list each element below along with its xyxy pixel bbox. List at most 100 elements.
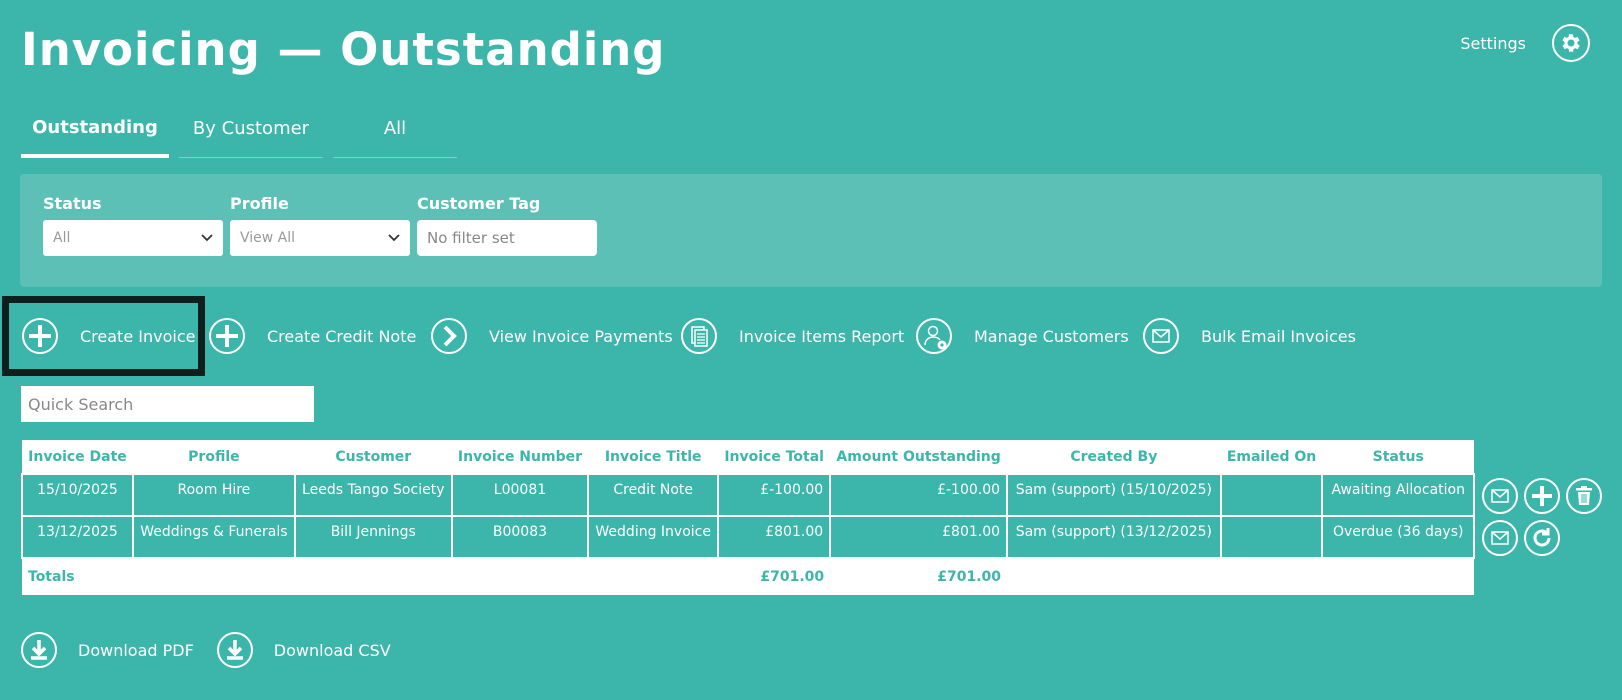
gear-icon: [1562, 34, 1580, 52]
view-invoice-payments-label: View Invoice Payments: [489, 326, 673, 346]
customer-tag-label: Customer Tag: [417, 194, 541, 213]
column-header[interactable]: Invoice Title: [588, 440, 719, 474]
cell-profile: Room Hire: [131, 473, 296, 517]
profile-filter: Profile View All: [230, 192, 410, 256]
status-select-value: All: [53, 230, 71, 246]
download-csv-button[interactable]: Download CSV: [216, 631, 391, 669]
email-invoice-button[interactable]: [1482, 478, 1518, 514]
totals-empty: [1220, 558, 1323, 595]
cell-invoice-title: Credit Note: [587, 473, 720, 517]
status-filter: Status All: [43, 192, 223, 256]
customer-tag-filter: Customer Tag No filter set: [417, 192, 597, 256]
bulk-email-invoices-label: Bulk Email Invoices: [1201, 326, 1356, 346]
cell-invoice-date: 13/12/2025: [21, 515, 134, 559]
download-icon: [21, 632, 57, 668]
email-invoice-button[interactable]: [1482, 520, 1518, 556]
table-header-row: Invoice Date Profile Customer Invoice Nu…: [22, 440, 1474, 474]
cell-emailed-on: [1219, 473, 1324, 517]
cell-invoice-number: B00083: [450, 515, 590, 559]
manage-customers-button[interactable]: Manage Customers: [914, 316, 1129, 356]
totals-empty: [451, 558, 589, 595]
refresh-icon: [1533, 528, 1551, 547]
bulk-email-invoices-button[interactable]: Bulk Email Invoices: [1141, 316, 1356, 356]
column-header[interactable]: Customer: [294, 440, 452, 474]
cell-emailed-on: [1219, 515, 1324, 559]
tab-all[interactable]: All: [333, 100, 457, 158]
cell-invoice-date: 15/10/2025: [21, 473, 134, 517]
add-payment-button[interactable]: [1524, 478, 1560, 514]
view-invoice-payments-button[interactable]: View Invoice Payments: [429, 316, 673, 356]
totals-label: Totals: [22, 558, 133, 595]
invoice-items-report-label: Invoice Items Report: [739, 326, 905, 346]
totals-empty: [1007, 558, 1221, 595]
column-header[interactable]: Amount Outstanding: [830, 440, 1008, 474]
filter-panel: Status All Profile View All Customer Tag…: [20, 174, 1602, 287]
cell-customer: Bill Jennings: [293, 515, 453, 559]
column-header[interactable]: Created By: [1007, 440, 1221, 474]
profile-select[interactable]: View All: [230, 220, 410, 256]
tab-bar: Outstanding By Customer All: [21, 100, 457, 158]
download-bar: Download PDF Download CSV: [20, 630, 413, 670]
user-gear-icon: [916, 318, 952, 354]
cell-invoice-number: L00081: [450, 473, 590, 517]
row-actions: [1482, 520, 1560, 556]
download-csv-label: Download CSV: [273, 640, 391, 660]
cell-profile: Weddings & Funerals: [131, 515, 296, 559]
envelope-icon: [1491, 489, 1509, 503]
cell-status: Awaiting Allocation: [1321, 473, 1475, 517]
totals-amount-outstanding: £701.00: [830, 558, 1008, 595]
status-select[interactable]: All: [43, 220, 223, 256]
totals-empty: [588, 558, 719, 595]
tab-outstanding[interactable]: Outstanding: [21, 100, 169, 158]
totals-empty: [1322, 558, 1474, 595]
column-header[interactable]: Invoice Number: [451, 440, 589, 474]
download-pdf-label: Download PDF: [78, 640, 194, 660]
settings-area: Settings: [1460, 24, 1590, 62]
column-header[interactable]: Profile: [132, 440, 295, 474]
customer-tag-input[interactable]: No filter set: [417, 220, 597, 256]
chevron-down-icon: [388, 234, 400, 242]
cell-invoice-total: £-100.00: [717, 473, 832, 517]
totals-row: Totals £701.00 £701.00: [22, 558, 1474, 595]
status-filter-label: Status: [43, 194, 102, 213]
invoice-items-report-button[interactable]: Invoice Items Report: [679, 316, 904, 356]
plus-circle-icon: [209, 318, 245, 354]
plus-icon: [1532, 486, 1552, 506]
documents-icon: [681, 318, 717, 354]
column-header[interactable]: Status: [1322, 440, 1474, 474]
column-header[interactable]: Invoice Date: [22, 440, 133, 474]
invoice-table: Invoice Date Profile Customer Invoice Nu…: [21, 440, 1475, 595]
page-title: Invoicing — Outstanding: [21, 23, 666, 76]
manage-customers-label: Manage Customers: [974, 326, 1129, 346]
settings-button[interactable]: [1552, 24, 1590, 62]
profile-filter-label: Profile: [230, 194, 289, 213]
refresh-invoice-button[interactable]: [1524, 520, 1560, 556]
column-header[interactable]: Emailed On: [1220, 440, 1323, 474]
column-header[interactable]: Invoice Total: [718, 440, 831, 474]
tab-by-customer[interactable]: By Customer: [179, 100, 323, 158]
create-credit-note-button[interactable]: Create Credit Note: [207, 316, 416, 356]
create-credit-note-label: Create Credit Note: [267, 326, 417, 346]
quick-search-input[interactable]: Quick Search: [21, 386, 314, 422]
download-icon: [216, 632, 253, 668]
table-row[interactable]: 15/10/2025 Room Hire Leeds Tango Society…: [21, 473, 1475, 517]
chevron-down-icon: [201, 234, 213, 242]
cell-created-by: Sam (support) (15/10/2025): [1006, 473, 1222, 517]
table-row[interactable]: 13/12/2025 Weddings & Funerals Bill Jenn…: [21, 515, 1475, 559]
highlight-box: [2, 296, 205, 376]
action-bar: Create Invoice Create Credit Note View I…: [0, 295, 1622, 377]
settings-link[interactable]: Settings: [1460, 34, 1526, 53]
cell-amount-outstanding: £-100.00: [829, 473, 1009, 517]
cell-invoice-total: £801.00: [717, 515, 832, 559]
cell-customer: Leeds Tango Society: [293, 473, 453, 517]
download-pdf-button[interactable]: Download PDF: [20, 631, 194, 669]
totals-empty: [132, 558, 295, 595]
row-actions: [1482, 478, 1602, 514]
cell-created-by: Sam (support) (13/12/2025): [1006, 515, 1222, 559]
envelope-icon: [1143, 318, 1179, 354]
delete-invoice-button[interactable]: [1566, 478, 1602, 514]
profile-select-value: View All: [240, 230, 296, 246]
chevron-right-circle-icon: [431, 318, 467, 354]
totals-invoice-total: £701.00: [718, 558, 831, 595]
cell-status: Overdue (36 days): [1321, 515, 1475, 559]
